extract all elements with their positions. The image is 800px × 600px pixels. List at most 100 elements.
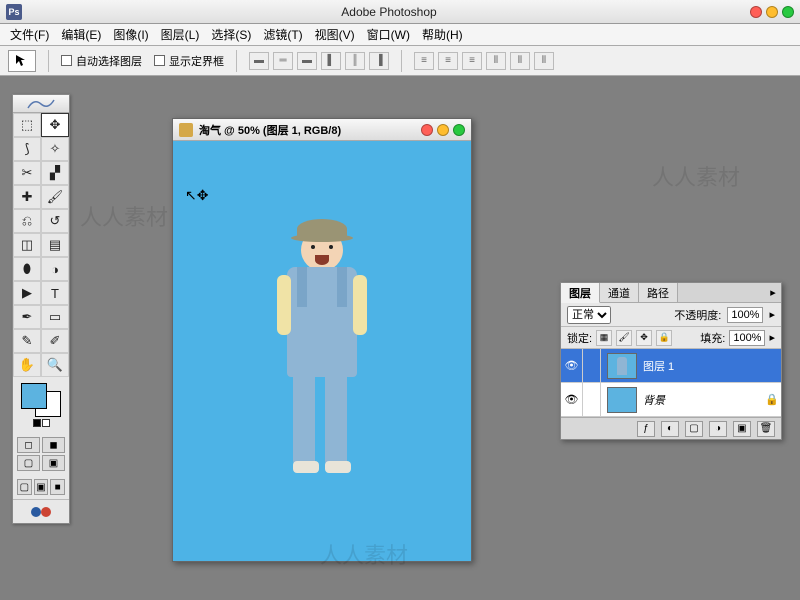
history-brush-tool[interactable]: ↺ [41,209,69,233]
slice-tool[interactable]: ▞ [41,161,69,185]
zoom-icon[interactable] [782,6,794,18]
lock-all-button[interactable]: 🔒 [656,330,672,346]
blend-mode-select[interactable]: 正常 [567,306,611,324]
lock-position-button[interactable]: ✥ [636,330,652,346]
path-select-tool[interactable]: ▶ [13,281,41,305]
fg-bg-swatches[interactable] [21,383,61,417]
align-top-button[interactable]: ▬ [249,52,269,70]
menu-select[interactable]: 选择(S) [205,24,257,45]
show-bounding-box-checkbox[interactable]: 显示定界框 [154,53,224,69]
align-left-button[interactable]: ▌ [321,52,341,70]
distribute-vcenter-button[interactable]: ≡ [438,52,458,70]
tab-paths[interactable]: 路径 [639,283,678,302]
hand-tool[interactable]: ✋ [13,353,41,377]
visibility-toggle[interactable]: 👁 [561,349,583,382]
fill-value[interactable]: 100% [729,330,765,346]
close-icon[interactable] [750,6,762,18]
screen-mode-2[interactable]: ▣ [34,479,49,495]
lasso-tool[interactable]: ⟆ [13,137,41,161]
menu-filter[interactable]: 滤镜(T) [257,24,308,45]
current-tool-indicator[interactable] [8,50,36,72]
eraser-tool[interactable]: ◫ [13,233,41,257]
lock-transparency-button[interactable]: ▦ [596,330,612,346]
align-vcenter-button[interactable]: ═ [273,52,293,70]
tab-channels[interactable]: 通道 [600,283,639,302]
default-colors-button[interactable] [33,419,50,427]
layer-name[interactable]: 背景 [643,392,763,408]
visibility-toggle[interactable]: 👁 [561,383,583,416]
jump-to-button[interactable] [13,499,69,523]
distribute-right-button[interactable]: ⦀ [534,52,554,70]
delete-layer-button[interactable]: 🗑 [757,421,775,437]
layer-style-button[interactable]: ƒ [637,421,655,437]
pen-tool[interactable]: ✒ [13,305,41,329]
menu-window[interactable]: 窗口(W) [361,24,416,45]
opacity-value[interactable]: 100% [727,307,763,323]
menu-layer[interactable]: 图层(L) [155,24,206,45]
doc-close-icon[interactable] [421,124,433,136]
eyedropper-tool[interactable]: ✐ [41,329,69,353]
standard-mode-button[interactable]: ◻ [17,437,40,453]
layer-thumbnail[interactable] [607,353,637,379]
layer-row[interactable]: 👁 背景 🔒 [561,383,781,417]
notes-tool[interactable]: ✎ [13,329,41,353]
doc-zoom-icon[interactable] [453,124,465,136]
opacity-label: 不透明度: [674,307,721,323]
distribute-bottom-button[interactable]: ≡ [462,52,482,70]
lock-label: 锁定: [567,330,592,346]
document-titlebar[interactable]: 淘气 @ 50% (图层 1, RGB/8) [173,119,471,141]
new-set-button[interactable]: ▢ [685,421,703,437]
canvas[interactable]: ↖✥ [173,141,471,561]
fill-arrow-icon[interactable]: ▸ [769,331,775,344]
menu-help[interactable]: 帮助(H) [416,24,469,45]
image-content [267,229,377,473]
screen-standard-button[interactable]: ▢ [17,455,40,471]
move-tool[interactable]: ✥ [41,113,69,137]
minimize-icon[interactable] [766,6,778,18]
clone-stamp-tool[interactable]: ⎌ [13,209,41,233]
zoom-tool[interactable]: 🔍 [41,353,69,377]
layer-name[interactable]: 图层 1 [643,358,781,374]
quickmask-mode-button[interactable]: ◼ [42,437,65,453]
new-layer-button[interactable]: ▣ [733,421,751,437]
adjustment-layer-button[interactable]: ◑ [709,421,727,437]
shape-tool[interactable]: ▭ [41,305,69,329]
doc-minimize-icon[interactable] [437,124,449,136]
align-hcenter-button[interactable]: ║ [345,52,365,70]
distribute-top-button[interactable]: ≡ [414,52,434,70]
toolbox-header[interactable] [13,95,69,113]
screen-mode-3[interactable]: ■ [50,479,65,495]
menu-file[interactable]: 文件(F) [4,24,55,45]
move-cursor-icon: ↖✥ [185,187,208,204]
type-tool[interactable]: T [41,281,69,305]
marquee-tool[interactable]: ⬚ [13,113,41,137]
auto-select-layer-checkbox[interactable]: 自动选择图层 [61,53,142,69]
foreground-color-swatch[interactable] [21,383,47,409]
menu-edit[interactable]: 编辑(E) [55,24,107,45]
distribute-hcenter-button[interactable]: ⦀ [510,52,530,70]
dodge-tool[interactable]: ◑ [41,257,69,281]
menu-view[interactable]: 视图(V) [309,24,361,45]
panel-menu-button[interactable]: ▸ [765,283,781,302]
magic-wand-tool[interactable]: ✧ [41,137,69,161]
document-icon [179,123,193,137]
layer-row[interactable]: 👁 图层 1 [561,349,781,383]
layer-thumbnail[interactable] [607,387,637,413]
healing-brush-tool[interactable]: ✚ [13,185,41,209]
link-column[interactable] [583,349,601,382]
brush-tool[interactable]: 🖌 [41,185,69,209]
crop-tool[interactable]: ✂ [13,161,41,185]
align-right-button[interactable]: ▐ [369,52,389,70]
menu-image[interactable]: 图像(I) [107,24,154,45]
screen-mode-1[interactable]: ▢ [17,479,32,495]
blur-tool[interactable]: ⬮ [13,257,41,281]
link-column[interactable] [583,383,601,416]
distribute-left-button[interactable]: ⦀ [486,52,506,70]
tab-layers[interactable]: 图层 [561,283,600,303]
opacity-arrow-icon[interactable]: ▸ [769,308,775,321]
layer-mask-button[interactable]: ◐ [661,421,679,437]
gradient-tool[interactable]: ▤ [41,233,69,257]
lock-pixels-button[interactable]: 🖌 [616,330,632,346]
align-bottom-button[interactable]: ▬ [297,52,317,70]
screen-full-menu-button[interactable]: ▣ [42,455,65,471]
